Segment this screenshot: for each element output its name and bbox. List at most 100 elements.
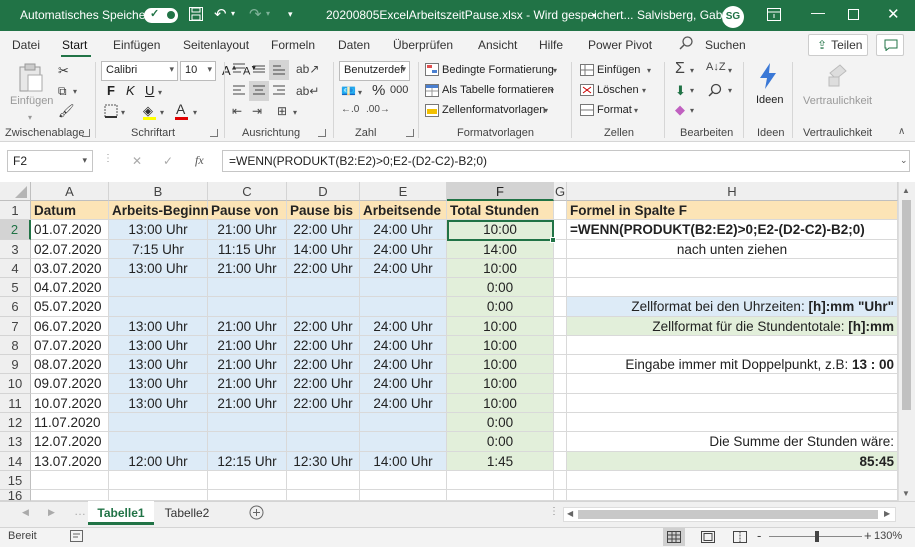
header-pause-bis[interactable]: Pause bis [287, 201, 360, 220]
cell-c15[interactable] [208, 471, 287, 490]
prev-sheet-icon[interactable]: ◀ [22, 507, 29, 518]
note-sum-value[interactable]: 85:45 [567, 452, 898, 471]
cell-h8[interactable] [567, 336, 898, 355]
cell-beginn-3[interactable]: 7:15 Uhr [109, 240, 208, 259]
row-header-16[interactable]: 16 [0, 489, 31, 502]
undo-dropdown-icon[interactable]: ▾ [231, 9, 235, 18]
autosum-dropdown-icon[interactable]: ▾ [690, 66, 694, 75]
header-total[interactable]: Total Stunden [447, 201, 554, 220]
cell-pause-bis-13[interactable] [287, 432, 360, 452]
insert-dropdown-icon[interactable]: ▾ [647, 66, 651, 75]
cell-datum-12[interactable]: 11.07.2020 [31, 413, 109, 432]
sensitivity-button[interactable]: Vertraulichkeit [803, 95, 872, 107]
align-middle-icon[interactable] [252, 63, 266, 75]
increase-indent-icon[interactable]: ⇥ [252, 104, 262, 118]
cell-total-2[interactable]: 10:00 [447, 220, 554, 240]
cell-beginn-9[interactable]: 13:00 Uhr [109, 355, 208, 374]
number-launcher-icon[interactable] [406, 129, 414, 137]
cell-h4[interactable] [567, 259, 898, 278]
cell-g5[interactable] [554, 278, 567, 297]
cell-beginn-5[interactable] [109, 278, 208, 297]
fill-icon[interactable]: ⬇ [675, 83, 686, 99]
cell-ende-4[interactable]: 24:00 Uhr [360, 259, 447, 278]
cell-g9[interactable] [554, 355, 567, 374]
cell-styles-dropdown-icon[interactable]: ▾ [544, 106, 548, 115]
cell-h15[interactable] [567, 471, 898, 490]
cell-datum-11[interactable]: 10.07.2020 [31, 394, 109, 413]
cell-h5[interactable] [567, 278, 898, 297]
font-size-select[interactable]: 10 ▾ [180, 61, 216, 81]
tab-ueberpruefen[interactable]: Überprüfen [393, 38, 453, 52]
conditional-formatting-dropdown-icon[interactable]: ▾ [553, 66, 557, 75]
column-header-g[interactable]: G [554, 182, 567, 201]
cell-total-12[interactable]: 0:00 [447, 413, 554, 432]
insert-function-icon[interactable]: fx [195, 153, 204, 168]
cell-pause-von-3[interactable]: 11:15 Uhr [208, 240, 287, 259]
cell-pause-bis-9[interactable]: 22:00 Uhr [287, 355, 360, 374]
clear-dropdown-icon[interactable]: ▾ [690, 106, 694, 115]
header-datum[interactable]: Datum [31, 201, 109, 220]
cell-pause-von-6[interactable] [208, 297, 287, 317]
undo-icon[interactable]: ↶ [214, 5, 227, 23]
row-header-5[interactable]: 5 [0, 278, 31, 297]
note-formula[interactable]: =WENN(PRODUKT(B2:E2)>0;E2-(D2-C2)-B2;0) [567, 220, 898, 240]
borders-icon[interactable] [104, 104, 118, 118]
cell-pause-von-4[interactable]: 21:00 Uhr [208, 259, 287, 278]
alignment-launcher-icon[interactable] [318, 129, 326, 137]
tab-daten[interactable]: Daten [338, 38, 370, 52]
merge-dropdown-icon[interactable]: ▾ [293, 108, 297, 117]
cell-total-14[interactable]: 1:45 [447, 452, 554, 471]
row-header-8[interactable]: 8 [0, 336, 31, 355]
decrease-indent-icon[interactable]: ⇤ [232, 104, 242, 118]
cell-pause-bis-8[interactable]: 22:00 Uhr [287, 336, 360, 355]
tab-hilfe[interactable]: Hilfe [539, 38, 563, 52]
sort-filter-dropdown-icon[interactable]: ▾ [728, 66, 732, 75]
expand-formula-bar-icon[interactable]: ⌄ [900, 155, 908, 166]
cut-icon[interactable]: ✂ [58, 64, 69, 78]
formula-input[interactable]: =WENN(PRODUKT(B2:E2)>0;E2-(D2-C2)-B2;0) [222, 150, 910, 172]
header-ende[interactable]: Arbeitsende [360, 201, 447, 220]
note-sum-label[interactable]: Die Summe der Stunden wäre: [567, 432, 898, 452]
clear-icon[interactable]: ◆ [675, 102, 685, 118]
bold-button[interactable]: F [107, 83, 115, 98]
scroll-up-icon[interactable]: ▲ [902, 186, 910, 195]
cell-g4[interactable] [554, 259, 567, 278]
fill-color-dropdown-icon[interactable]: ▾ [160, 108, 164, 117]
page-layout-view-icon[interactable] [701, 531, 715, 543]
cell-pause-bis-11[interactable]: 22:00 Uhr [287, 394, 360, 413]
document-title[interactable]: 20200805ExcelArbeitszeitPause.xlsx - Wir… [326, 8, 633, 22]
cell-pause-von-14[interactable]: 12:15 Uhr [208, 452, 287, 471]
cell-pause-bis-5[interactable] [287, 278, 360, 297]
cell-total-10[interactable]: 10:00 [447, 374, 554, 394]
column-header-f[interactable]: F [447, 182, 554, 201]
avatar[interactable]: SG [722, 6, 744, 28]
cell-datum-4[interactable]: 03.07.2020 [31, 259, 109, 278]
currency-dropdown-icon[interactable]: ▾ [358, 88, 362, 97]
search-icon[interactable] [679, 36, 693, 50]
note-entry-format[interactable]: Eingabe immer mit Doppelpunkt, z.B: 13 :… [567, 355, 898, 374]
select-all-button[interactable] [0, 182, 31, 201]
cell-pause-von-9[interactable]: 21:00 Uhr [208, 355, 287, 374]
cell-beginn-14[interactable]: 12:00 Uhr [109, 452, 208, 471]
title-dropdown-icon[interactable]: ▾ [592, 11, 596, 20]
clipboard-launcher-icon[interactable] [82, 129, 90, 137]
cell-ende-2[interactable]: 24:00 Uhr [360, 220, 447, 240]
cell-g12[interactable] [554, 413, 567, 432]
increase-decimal-icon[interactable]: ←.0 [341, 104, 359, 115]
row-header-14[interactable]: 14 [0, 452, 31, 471]
cell-pause-bis-12[interactable] [287, 413, 360, 432]
comments-button[interactable] [876, 34, 904, 56]
cell-total-9[interactable]: 10:00 [447, 355, 554, 374]
cell-beginn-12[interactable] [109, 413, 208, 432]
add-sheet-icon[interactable] [249, 505, 264, 520]
cell-g6[interactable] [554, 297, 567, 317]
tab-ansicht[interactable]: Ansicht [478, 38, 517, 52]
ideas-button[interactable]: Ideen [756, 94, 784, 106]
cell-pause-bis-10[interactable]: 22:00 Uhr [287, 374, 360, 394]
number-format-select[interactable]: Benutzerdef ▾ [339, 61, 410, 81]
format-painter-icon[interactable]: 🖌 [58, 104, 75, 118]
cell-a16[interactable] [31, 490, 109, 501]
horizontal-scroll-thumb[interactable] [578, 510, 878, 519]
column-header-b[interactable]: B [109, 182, 208, 201]
cell-g10[interactable] [554, 374, 567, 394]
